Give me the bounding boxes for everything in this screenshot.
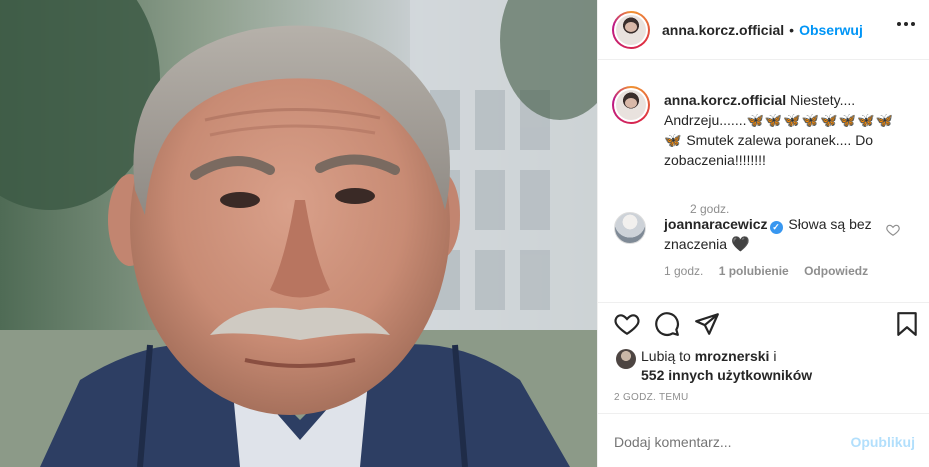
black-heart-emoji: 🖤	[730, 236, 750, 253]
share-paper-plane-icon[interactable]	[694, 311, 720, 337]
caption-line-3: Smutek zalewa poranek.... Do	[686, 132, 874, 148]
caption-line-2: Andrzeju.......	[664, 112, 747, 128]
likes-connector: i	[773, 348, 777, 364]
likes-line-1: Lubią to mroznerski i	[641, 348, 776, 364]
separator-dot: •	[789, 21, 795, 38]
comment-like-heart-icon[interactable]	[886, 223, 900, 237]
comment-text: joannaracewicz ✓ Słowa są bez znaczenia 🖤	[664, 214, 884, 255]
butterfly-emoji: 🦋	[664, 132, 683, 148]
likes-others[interactable]: 552 innych użytkowników	[641, 367, 812, 383]
comment-bubble-icon[interactable]	[654, 311, 680, 337]
liker-username[interactable]: mroznerski	[695, 348, 770, 364]
portrait-image	[0, 0, 597, 467]
liker-avatar[interactable]	[616, 349, 636, 369]
caption-line-4: zobaczenia!!!!!!!!	[664, 152, 766, 168]
comment-likes-count[interactable]: 1 polubienie	[719, 264, 789, 278]
action-bar	[598, 311, 929, 343]
likes-prefix: Lubią to	[641, 348, 691, 364]
post-photo[interactable]	[0, 0, 597, 467]
publish-button[interactable]: Opublikuj	[850, 434, 915, 450]
author-username[interactable]: anna.korcz.official	[662, 22, 784, 38]
more-options-icon[interactable]	[897, 22, 915, 26]
caption-username[interactable]: anna.korcz.official	[664, 92, 786, 108]
verified-badge-icon: ✓	[769, 221, 783, 234]
reply-button[interactable]: Odpowiedz	[804, 264, 868, 278]
post-header: anna.korcz.official • Obserwuj	[598, 0, 929, 60]
post-timestamp[interactable]: 2 GODZ. TEMU	[614, 392, 689, 403]
comment-meta: 1 godz. 1 polubienie Odpowiedz	[664, 264, 880, 278]
instagram-post: anna.korcz.official • Obserwuj anna.korc…	[0, 0, 929, 467]
author-avatar[interactable]	[612, 10, 650, 49]
commenter-avatar[interactable]	[614, 212, 646, 244]
comment-input[interactable]	[614, 434, 834, 450]
comments-section: anna.korcz.official Niestety.... Andrzej…	[598, 60, 929, 303]
like-heart-icon[interactable]	[614, 311, 640, 337]
post-side-panel: anna.korcz.official • Obserwuj anna.korc…	[597, 0, 929, 467]
save-bookmark-icon[interactable]	[894, 311, 920, 337]
follow-button[interactable]: Obserwuj	[799, 22, 863, 38]
commenter-username[interactable]: joannaracewicz	[664, 216, 768, 232]
caption-text: anna.korcz.official Niestety.... Andrzej…	[664, 90, 904, 170]
caption-author-avatar[interactable]	[612, 86, 650, 124]
caption-line-1: Niestety....	[790, 92, 856, 108]
butterfly-emojis: 🦋🦋🦋🦋🦋🦋🦋🦋	[746, 112, 894, 128]
comment-time[interactable]: 1 godz.	[664, 264, 703, 278]
add-comment-bar: Opublikuj	[598, 413, 929, 467]
